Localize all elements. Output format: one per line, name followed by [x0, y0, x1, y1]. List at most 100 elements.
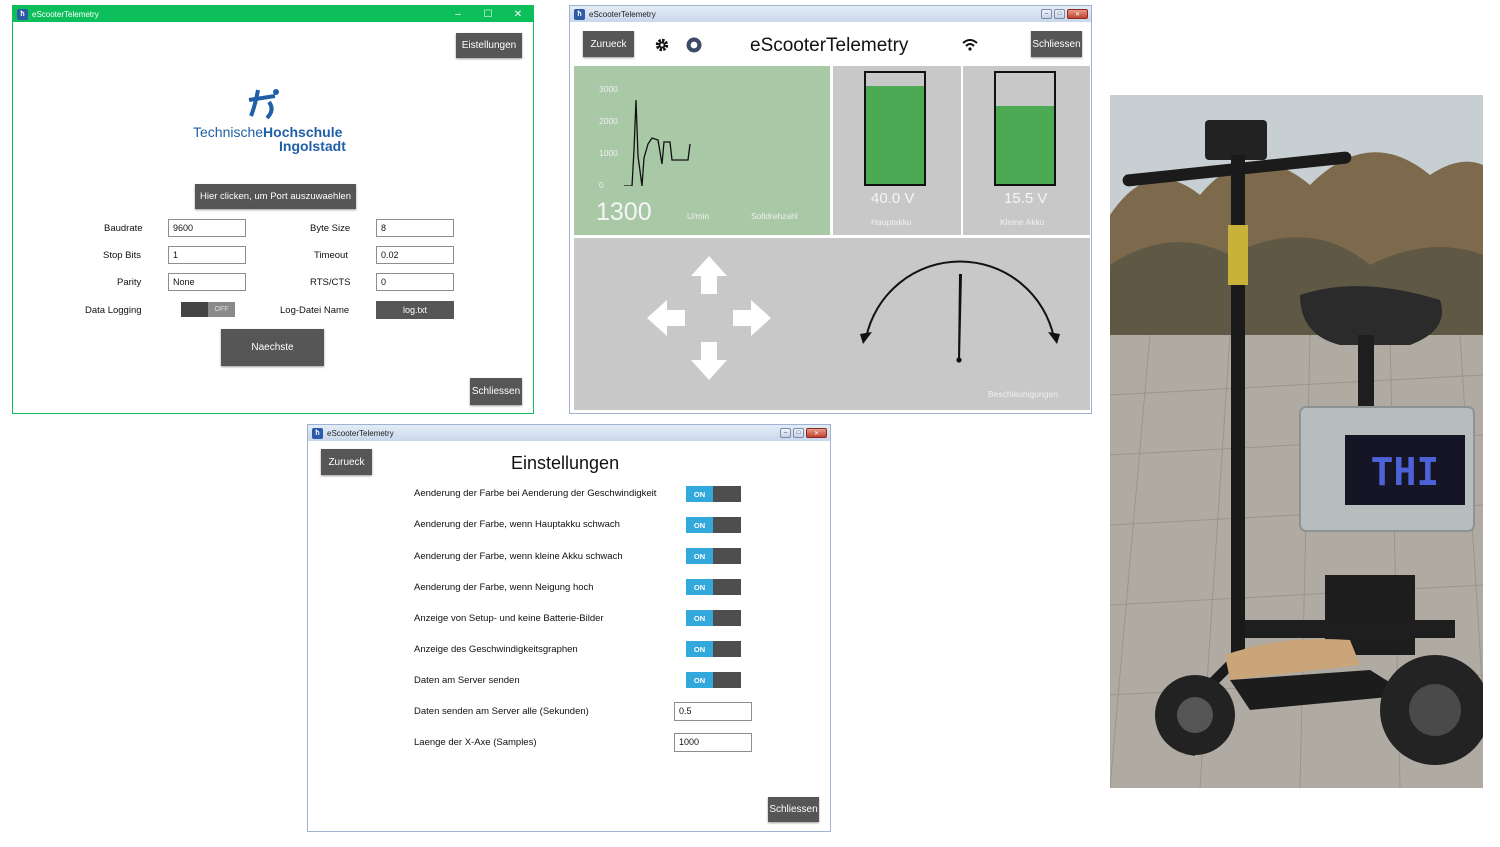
maximize-icon[interactable]: □ — [1054, 9, 1065, 19]
option-toggle[interactable]: ON — [686, 672, 741, 688]
data-logging-toggle[interactable]: OFF — [181, 302, 235, 317]
close-icon[interactable]: ✕ — [1067, 9, 1088, 19]
minimize-icon[interactable]: – — [1041, 9, 1052, 19]
option-label: Anzeige von Setup- und keine Batterie-Bi… — [414, 613, 604, 624]
option-label: Daten am Server senden — [414, 675, 520, 686]
speed-caption: Solldrehzahl — [751, 211, 798, 221]
toggle-track — [713, 672, 741, 688]
close-button[interactable]: Schliessen — [768, 797, 819, 822]
main-battery-gauge — [864, 71, 926, 186]
app-icon: ħ — [17, 8, 28, 20]
toggle-on-label: ON — [686, 548, 713, 564]
close-button[interactable]: Schliessen — [470, 378, 522, 405]
y-tick-3000: 3000 — [599, 84, 618, 94]
next-button[interactable]: Naechste — [221, 329, 324, 366]
back-button[interactable]: Zurueck — [583, 31, 634, 57]
x-axis-length-input[interactable]: 1000 — [674, 733, 752, 752]
escooter-photo: THI — [1110, 95, 1483, 788]
send-interval-input[interactable]: 0.5 — [674, 702, 752, 721]
y-tick-2000: 2000 — [599, 116, 618, 126]
parity-input[interactable]: None — [168, 273, 246, 291]
maximize-icon[interactable]: ☐ — [473, 9, 503, 20]
toggle-on-label: ON — [686, 641, 713, 657]
back-button[interactable]: Zurueck — [321, 449, 372, 475]
timeout-input[interactable]: 0.02 — [376, 246, 454, 264]
small-battery-label: Kleine Akku — [1000, 217, 1045, 227]
x-axis-length-label: Laenge der X-Axe (Samples) — [414, 737, 537, 748]
window-title: eScooterTelemetry — [589, 9, 656, 19]
rtscts-label: RTS/CTS — [310, 277, 351, 288]
minimize-icon[interactable]: – — [780, 428, 791, 438]
bytesize-input[interactable]: 8 — [376, 219, 454, 237]
acceleration-label: Beschleunigungen — [988, 389, 1058, 399]
app-icon: ħ — [312, 427, 323, 439]
option-toggle[interactable]: ON — [686, 517, 741, 533]
close-icon[interactable]: ✕ — [806, 428, 827, 438]
select-port-button[interactable]: Hier clicken, um Port auszuwaehlen — [195, 184, 356, 209]
wifi-icon — [962, 39, 978, 51]
small-battery-fill — [996, 106, 1054, 184]
app-icon: ħ — [574, 8, 585, 20]
option-toggle[interactable]: ON — [686, 486, 741, 502]
option-label: Aenderung der Farbe, wenn kleine Akku sc… — [414, 551, 623, 562]
setup-window-titlebar[interactable]: ħ eScooterTelemetry – ☐ ✕ — [13, 6, 533, 22]
toggle-on-label: ON — [686, 672, 713, 688]
logo-text-technische: Technische — [193, 124, 264, 140]
toggle-track — [713, 548, 741, 564]
toggle-track — [713, 610, 741, 626]
gear-icon[interactable] — [655, 38, 669, 52]
baudrate-label: Baudrate — [104, 223, 143, 234]
toggle-on-label: ON — [686, 610, 713, 626]
option-toggle[interactable]: ON — [686, 548, 741, 564]
photo-illustration: THI — [1110, 95, 1483, 788]
toggle-track — [713, 579, 741, 595]
maximize-icon[interactable]: □ — [793, 428, 804, 438]
settings-window: ħ eScooterTelemetry – □ ✕ Zurueck Einste… — [307, 424, 831, 832]
main-battery-panel: 40.0 V Hauptakku — [833, 66, 961, 235]
main-battery-fill — [866, 86, 924, 184]
settings-titlebar[interactable]: ħ eScooterTelemetry – □ ✕ — [308, 425, 830, 441]
toggle-on-label: ON — [686, 486, 713, 502]
option-label: Aenderung der Farbe bei Aenderung der Ge… — [414, 488, 657, 499]
settings-button[interactable]: Eistellungen — [456, 33, 522, 58]
toggle-knob — [181, 302, 208, 317]
small-battery-value: 15.5 V — [1004, 190, 1048, 207]
toggle-on-label: ON — [686, 579, 713, 595]
option-label: Anzeige des Geschwindigkeitsgraphen — [414, 644, 578, 655]
option-toggle[interactable]: ON — [686, 610, 741, 626]
timeout-label: Timeout — [314, 250, 348, 261]
speed-panel: 3000 2000 1000 0 1300 U/min Solldrehzahl — [574, 66, 830, 235]
stopbits-input[interactable]: 1 — [168, 246, 246, 264]
option-label: Aenderung der Farbe, wenn Neigung hoch — [414, 582, 594, 593]
toggle-track — [713, 517, 741, 533]
toggle-on-label: ON — [686, 517, 713, 533]
rtscts-input[interactable]: 0 — [376, 273, 454, 291]
dashboard-titlebar[interactable]: ħ eScooterTelemetry – □ ✕ — [570, 6, 1091, 22]
setup-window: ħ eScooterTelemetry – ☐ ✕ Eistellungen T… — [12, 5, 534, 414]
minimize-icon[interactable]: – — [443, 9, 473, 20]
window-title: eScooterTelemetry — [32, 9, 99, 19]
small-battery-gauge — [994, 71, 1056, 186]
y-tick-0: 0 — [599, 180, 604, 190]
baudrate-input[interactable]: 9600 — [168, 219, 246, 237]
speed-value: 1300 — [596, 198, 652, 226]
close-icon[interactable]: ✕ — [503, 9, 533, 20]
small-battery-panel: 15.5 V Kleine Akku — [963, 66, 1090, 235]
thi-logo: TechnischeHochschule Ingolstadt — [193, 86, 353, 156]
close-button[interactable]: Schliessen — [1031, 31, 1082, 57]
y-tick-1000: 1000 — [599, 148, 618, 158]
record-icon[interactable] — [686, 37, 702, 53]
option-toggle[interactable]: ON — [686, 579, 741, 595]
option-label: Aenderung der Farbe, wenn Hauptakku schw… — [414, 519, 620, 530]
settings-heading: Einstellungen — [511, 453, 620, 473]
acceleration-gauge — [860, 260, 1060, 363]
toggle-track — [713, 641, 741, 657]
logo-text-ingolstadt: Ingolstadt — [279, 138, 346, 154]
toggle-track — [713, 486, 741, 502]
option-toggle[interactable]: ON — [686, 641, 741, 657]
logfile-button[interactable]: log.txt — [376, 301, 454, 319]
thi-logo-mark — [248, 89, 279, 120]
data-logging-label: Data Logging — [85, 305, 142, 316]
direction-arrows-icon — [647, 256, 771, 380]
app-title: eScooterTelemetry — [750, 35, 909, 56]
